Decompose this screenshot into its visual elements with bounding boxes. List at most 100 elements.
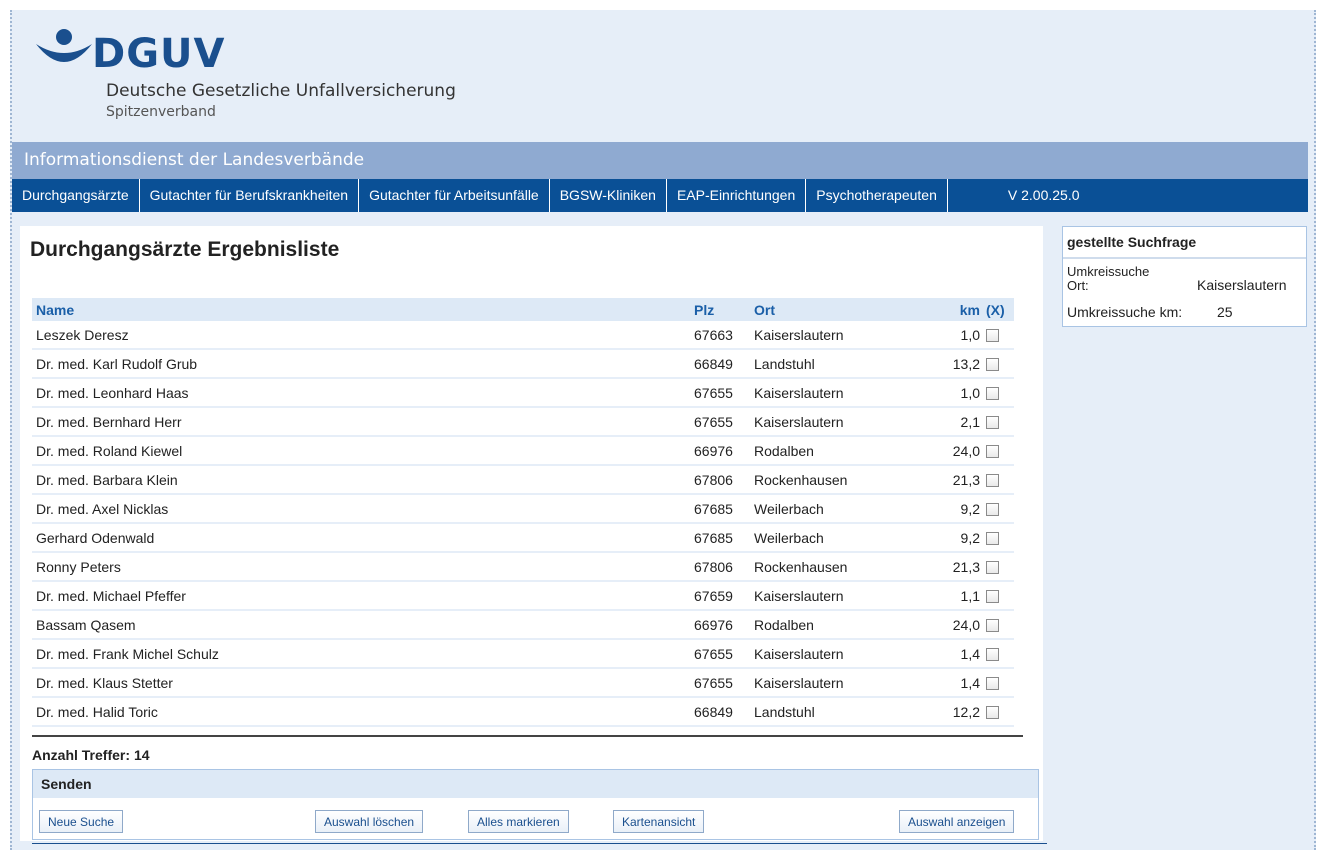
table-row: Dr. med. Michael Pfeffer 67659 Kaiserslaut… [32, 581, 1014, 611]
results-table: Name Plz Ort km (X) Leszek Deresz 67663 Ka… [32, 298, 1014, 727]
map-view-button[interactable]: Kartenansicht [613, 810, 705, 833]
cell-ort: Rockenhausen [750, 552, 918, 582]
send-panel-underline [32, 843, 1047, 844]
cell-name: Dr. med. Michael Pfeffer [32, 581, 690, 611]
table-row: Gerhard Odenwald 67685 Weilerbach 9,2 [32, 523, 1014, 553]
row-select-checkbox[interactable] [986, 503, 999, 517]
row-select-checkbox[interactable] [986, 706, 999, 720]
cell-ort: Rockenhausen [750, 465, 918, 495]
nav-durchgangsaerzte[interactable]: Durchgangsärzte [12, 179, 140, 212]
hit-count-value: 14 [134, 747, 150, 763]
new-search-button[interactable]: Neue Suche [39, 810, 124, 833]
cell-ort: Landstuhl [750, 349, 918, 379]
nav-gutachter-arbeitsunfaelle[interactable]: Gutachter für Arbeitsunfälle [359, 179, 550, 212]
cell-select [984, 610, 1014, 640]
dguv-logo-icon [36, 29, 92, 62]
row-select-checkbox[interactable] [986, 561, 999, 575]
row-select-checkbox[interactable] [986, 416, 999, 430]
cell-ort: Kaiserslautern [750, 321, 918, 350]
table-row: Bassam Qasem 66976 Rodalben 24,0 [32, 610, 1014, 640]
query-ort-label: Umkreissuche Ort: [1067, 265, 1149, 293]
nav-bgsw-kliniken[interactable]: BGSW-Kliniken [550, 179, 667, 212]
cell-plz: 67655 [690, 407, 750, 437]
cell-plz: 67659 [690, 581, 750, 611]
cell-km: 1,0 [918, 378, 984, 408]
cell-select [984, 697, 1014, 727]
table-row: Leszek Deresz 67663 Kaiserslautern 1,0 [32, 321, 1014, 350]
divider [32, 735, 1023, 737]
cell-select [984, 668, 1014, 698]
table-row: Dr. med. Bernhard Herr 67655 Kaiserslauter… [32, 407, 1014, 437]
cell-km: 24,0 [918, 436, 984, 466]
cell-plz: 66849 [690, 697, 750, 727]
cell-name: Bassam Qasem [32, 610, 690, 640]
table-row: Dr. med. Leonhard Haas 67655 Kaiserslauter… [32, 378, 1014, 408]
row-select-checkbox[interactable] [986, 590, 999, 604]
table-row: Dr. med. Roland Kiewel 66976 Rodalben 24,0 [32, 436, 1014, 466]
column-header-name[interactable]: Name [32, 298, 690, 321]
row-select-checkbox[interactable] [986, 358, 999, 372]
table-row: Dr. med. Frank Michel Schulz 67655 Kaisers… [32, 639, 1014, 669]
row-select-checkbox[interactable] [986, 532, 999, 546]
cell-name: Dr. med. Bernhard Herr [32, 407, 690, 437]
cell-plz: 67655 [690, 378, 750, 408]
column-header-km[interactable]: km [918, 298, 984, 321]
table-header-row: Name Plz Ort km (X) [32, 298, 1014, 321]
cell-plz: 67806 [690, 552, 750, 582]
cell-plz: 66976 [690, 436, 750, 466]
search-query-title: gestellte Suchfrage [1063, 227, 1306, 259]
row-select-checkbox[interactable] [986, 329, 999, 343]
cell-name: Ronny Peters [32, 552, 690, 582]
cell-name: Dr. med. Barbara Klein [32, 465, 690, 495]
cell-name: Leszek Deresz [32, 321, 690, 350]
cell-select [984, 552, 1014, 582]
table-row: Dr. med. Axel Nicklas 67685 Weilerbach 9,2 [32, 494, 1014, 524]
clear-selection-button[interactable]: Auswahl löschen [315, 810, 424, 833]
cell-select [984, 436, 1014, 466]
cell-plz: 67655 [690, 639, 750, 669]
column-header-ort[interactable]: Ort [750, 298, 918, 321]
nav-psychotherapeuten[interactable]: Psychotherapeuten [806, 179, 948, 212]
cell-ort: Landstuhl [750, 697, 918, 727]
nav-eap-einrichtungen[interactable]: EAP-Einrichtungen [667, 179, 807, 212]
row-select-checkbox[interactable] [986, 648, 999, 662]
mark-all-button[interactable]: Alles markieren [468, 810, 569, 833]
cell-km: 1,4 [918, 639, 984, 669]
cell-ort: Kaiserslautern [750, 668, 918, 698]
cell-plz: 67663 [690, 321, 750, 350]
query-ort-label-line1: Umkreissuche [1067, 264, 1150, 279]
send-panel: Senden Neue Suche Auswahl löschen Alles … [32, 769, 1039, 840]
cell-ort: Weilerbach [750, 523, 918, 553]
row-select-checkbox[interactable] [986, 619, 999, 633]
info-service-bar: Informationsdienst der Landesverbände [12, 142, 1308, 179]
row-select-checkbox[interactable] [986, 387, 999, 401]
cell-plz: 67806 [690, 465, 750, 495]
cell-name: Gerhard Odenwald [32, 523, 690, 553]
cell-ort: Rodalben [750, 610, 918, 640]
results-table-body: Leszek Deresz 67663 Kaiserslautern 1,0 Dr. m… [32, 321, 1014, 727]
row-select-checkbox[interactable] [986, 445, 999, 459]
cell-km: 12,2 [918, 697, 984, 727]
query-km-label: Umkreissuche km: [1067, 304, 1183, 320]
row-select-checkbox[interactable] [986, 677, 999, 691]
cell-km: 1,0 [918, 321, 984, 350]
cell-name: Dr. med. Klaus Stetter [32, 668, 690, 698]
nav-gutachter-berufskrankheiten[interactable]: Gutachter für Berufskrankheiten [140, 179, 360, 212]
dguv-logo: DGUV Deutsche Gesetzliche Unfallversiche… [34, 28, 494, 128]
cell-km: 9,2 [918, 523, 984, 553]
cell-name: Dr. med. Roland Kiewel [32, 436, 690, 466]
query-km-value: 25 [1217, 304, 1233, 320]
cell-km: 1,4 [918, 668, 984, 698]
cell-select [984, 639, 1014, 669]
query-ort-label-line2: Ort: [1067, 278, 1089, 293]
cell-select [984, 378, 1014, 408]
cell-name: Dr. med. Halid Toric [32, 697, 690, 727]
hit-count-label: Anzahl Treffer: [32, 747, 131, 763]
results-panel: Durchgangsärzte Ergebnisliste Name Plz O… [20, 226, 1047, 844]
column-header-plz[interactable]: Plz [690, 298, 750, 321]
hit-count: Anzahl Treffer: 14 [32, 747, 150, 763]
main-nav: Durchgangsärzte Gutachter für Berufskran… [12, 179, 1308, 212]
cell-name: Dr. med. Frank Michel Schulz [32, 639, 690, 669]
show-selection-button[interactable]: Auswahl anzeigen [899, 810, 1015, 833]
row-select-checkbox[interactable] [986, 474, 999, 488]
